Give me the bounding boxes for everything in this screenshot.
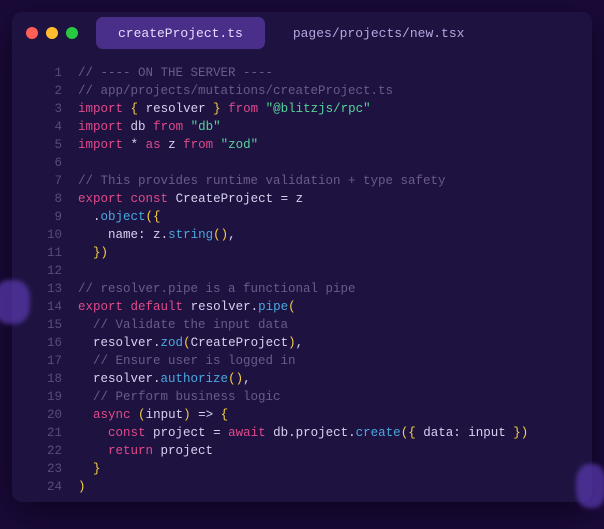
code-line[interactable]: export const CreateProject = z: [78, 190, 528, 208]
line-number: 14: [12, 298, 62, 316]
line-number: 11: [12, 244, 62, 262]
line-number: 15: [12, 316, 62, 334]
code-line[interactable]: // app/projects/mutations/createProject.…: [78, 82, 528, 100]
code-line[interactable]: }: [78, 460, 528, 478]
code-line[interactable]: // resolver.pipe is a functional pipe: [78, 280, 528, 298]
line-number: 19: [12, 388, 62, 406]
line-number: 24: [12, 478, 62, 496]
tab-1[interactable]: pages/projects/new.tsx: [271, 17, 487, 49]
code-line[interactable]: name: z.string(),: [78, 226, 528, 244]
line-number: 18: [12, 370, 62, 388]
code-line[interactable]: [78, 154, 528, 172]
line-number: 16: [12, 334, 62, 352]
line-number: 13: [12, 280, 62, 298]
line-gutter: 123456789101112131415161718192021222324: [12, 64, 78, 496]
code-line[interactable]: // ---- ON THE SERVER ----: [78, 64, 528, 82]
code-line[interactable]: return project: [78, 442, 528, 460]
code-line[interactable]: ): [78, 478, 528, 496]
code-line[interactable]: import * as z from "zod": [78, 136, 528, 154]
line-number: 20: [12, 406, 62, 424]
line-number: 1: [12, 64, 62, 82]
window-controls: [26, 27, 78, 39]
titlebar: createProject.tspages/projects/new.tsx: [12, 12, 592, 54]
line-number: 17: [12, 352, 62, 370]
code-line[interactable]: async (input) => {: [78, 406, 528, 424]
code-line[interactable]: [78, 262, 528, 280]
code-line[interactable]: import db from "db": [78, 118, 528, 136]
line-number: 22: [12, 442, 62, 460]
code-line[interactable]: export default resolver.pipe(: [78, 298, 528, 316]
code-editor[interactable]: 123456789101112131415161718192021222324 …: [12, 54, 592, 496]
maximize-icon[interactable]: [66, 27, 78, 39]
code-line[interactable]: // Ensure user is logged in: [78, 352, 528, 370]
line-number: 10: [12, 226, 62, 244]
line-number: 7: [12, 172, 62, 190]
code-line[interactable]: resolver.zod(CreateProject),: [78, 334, 528, 352]
tab-bar: createProject.tspages/projects/new.tsx: [96, 12, 492, 54]
close-icon[interactable]: [26, 27, 38, 39]
line-number: 9: [12, 208, 62, 226]
code-line[interactable]: import { resolver } from "@blitzjs/rpc": [78, 100, 528, 118]
editor-window: createProject.tspages/projects/new.tsx 1…: [12, 12, 592, 502]
line-number: 23: [12, 460, 62, 478]
line-number: 12: [12, 262, 62, 280]
code-line[interactable]: const project = await db.project.create(…: [78, 424, 528, 442]
line-number: 8: [12, 190, 62, 208]
tab-0[interactable]: createProject.ts: [96, 17, 265, 49]
line-number: 3: [12, 100, 62, 118]
code-line[interactable]: .object({: [78, 208, 528, 226]
code-line[interactable]: // Perform business logic: [78, 388, 528, 406]
code-line[interactable]: }): [78, 244, 528, 262]
line-number: 4: [12, 118, 62, 136]
code-line[interactable]: // This provides runtime validation + ty…: [78, 172, 528, 190]
line-number: 6: [12, 154, 62, 172]
line-number: 5: [12, 136, 62, 154]
minimize-icon[interactable]: [46, 27, 58, 39]
code-line[interactable]: // Validate the input data: [78, 316, 528, 334]
code-line[interactable]: resolver.authorize(),: [78, 370, 528, 388]
line-number: 2: [12, 82, 62, 100]
code-area[interactable]: // ---- ON THE SERVER ----// app/project…: [78, 64, 528, 496]
line-number: 21: [12, 424, 62, 442]
